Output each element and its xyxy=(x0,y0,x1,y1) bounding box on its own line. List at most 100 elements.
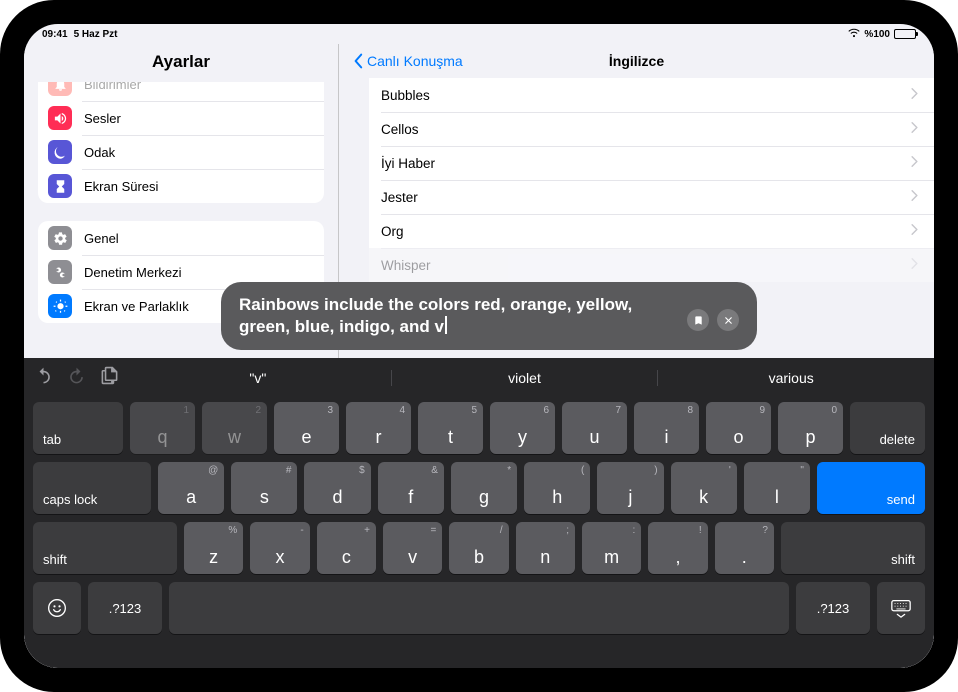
key-f[interactable]: f& xyxy=(378,462,444,514)
key-row-4: .?123 .?123 xyxy=(33,582,925,634)
key-hide-keyboard[interactable] xyxy=(877,582,925,634)
key-s[interactable]: s# xyxy=(231,462,297,514)
voice-row[interactable]: Whisper xyxy=(369,248,934,282)
voice-row[interactable]: İyi Haber xyxy=(369,146,934,180)
key-g[interactable]: g* xyxy=(451,462,517,514)
back-label: Canlı Konuşma xyxy=(367,53,463,69)
voice-row[interactable]: Jester xyxy=(369,180,934,214)
key-v[interactable]: v= xyxy=(383,522,442,574)
chevron-right-icon xyxy=(911,120,918,138)
sidebar-item-screentime[interactable]: Ekran Süresi xyxy=(38,169,324,203)
key-x[interactable]: x- xyxy=(250,522,309,574)
key-shift-right[interactable]: shift xyxy=(781,522,925,574)
key-t[interactable]: t5 xyxy=(418,402,483,454)
key-k[interactable]: k' xyxy=(671,462,737,514)
screen: 09:41 5 Haz Pzt %100 Ayarlar xyxy=(24,24,934,668)
chevron-right-icon xyxy=(911,188,918,206)
key-c[interactable]: c+ xyxy=(317,522,376,574)
key-o[interactable]: o9 xyxy=(706,402,771,454)
status-time: 09:41 xyxy=(42,29,68,40)
key-d[interactable]: d$ xyxy=(304,462,370,514)
key-j[interactable]: j) xyxy=(597,462,663,514)
chevron-right-icon xyxy=(911,154,918,172)
key-tab[interactable]: tab xyxy=(33,402,123,454)
live-speech-bubble[interactable]: Rainbows include the colors red, orange,… xyxy=(221,282,757,350)
sidebar-item-general[interactable]: Genel xyxy=(38,221,324,255)
sidebar-item-label: Odak xyxy=(84,145,115,160)
clipboard-icon[interactable] xyxy=(100,366,119,390)
key-space[interactable] xyxy=(169,582,789,634)
prediction-3[interactable]: various xyxy=(657,370,924,386)
voice-list: Bubbles Cellos İyi Haber Jester OrgWhisper xyxy=(339,78,934,282)
speaker-icon xyxy=(48,106,72,130)
text-cursor xyxy=(445,316,447,334)
voice-label: Jester xyxy=(381,190,418,205)
redo-icon[interactable] xyxy=(67,366,86,390)
live-speech-text[interactable]: Rainbows include the colors red, orange,… xyxy=(239,294,675,338)
key-symbols-left[interactable]: .?123 xyxy=(88,582,162,634)
chevron-right-icon xyxy=(911,86,918,104)
voice-label: Bubbles xyxy=(381,88,430,103)
key-q[interactable]: q1 xyxy=(130,402,195,454)
brightness-icon xyxy=(48,294,72,318)
key-symbols-right[interactable]: .?123 xyxy=(796,582,870,634)
key-i[interactable]: i8 xyxy=(634,402,699,454)
voice-label: İyi Haber xyxy=(381,156,435,171)
key-e[interactable]: e3 xyxy=(274,402,339,454)
key-h[interactable]: h( xyxy=(524,462,590,514)
close-button[interactable] xyxy=(717,309,739,331)
prediction-2[interactable]: violet xyxy=(391,370,658,386)
back-button[interactable]: Canlı Konuşma xyxy=(351,53,463,69)
voice-row[interactable]: Bubbles xyxy=(369,78,934,112)
key-emoji[interactable] xyxy=(33,582,81,634)
key-l[interactable]: l" xyxy=(744,462,810,514)
keyboard: "v" violet various tab q1w2e3r4t5y6u7i8o… xyxy=(24,358,934,668)
key-z[interactable]: z% xyxy=(184,522,243,574)
prediction-items: "v" violet various xyxy=(125,370,924,386)
key-capslock[interactable]: caps lock xyxy=(33,462,151,514)
key-row-2: caps lock a@s#d$f&g*h(j)k'l"send xyxy=(33,462,925,514)
sidebar-item-notifications[interactable]: Bildirimler xyxy=(38,82,324,101)
key-p[interactable]: p0 xyxy=(778,402,843,454)
voice-row[interactable]: Org xyxy=(369,214,934,248)
key-row-3: shift z%x-c+v=b/n;m:,!.?shift xyxy=(33,522,925,574)
sidebar-item-label: Bildirimler xyxy=(84,82,141,92)
key-m[interactable]: m: xyxy=(582,522,641,574)
key-.[interactable]: .? xyxy=(715,522,774,574)
battery-icon xyxy=(894,29,916,39)
key-delete[interactable]: delete xyxy=(850,402,925,454)
sidebar-item-sounds[interactable]: Sesler xyxy=(38,101,324,135)
battery-percent: %100 xyxy=(864,29,890,40)
chevron-right-icon xyxy=(911,222,918,240)
voice-row[interactable]: Cellos xyxy=(369,112,934,146)
sidebar-item-focus[interactable]: Odak xyxy=(38,135,324,169)
key-w[interactable]: w2 xyxy=(202,402,267,454)
key-r[interactable]: r4 xyxy=(346,402,411,454)
status-bar: 09:41 5 Haz Pzt %100 xyxy=(24,24,934,44)
key-send[interactable]: send xyxy=(817,462,925,514)
prediction-1[interactable]: "v" xyxy=(125,370,391,386)
live-speech-actions xyxy=(687,309,739,331)
key-n[interactable]: n; xyxy=(516,522,575,574)
key-shift-left[interactable]: shift xyxy=(33,522,177,574)
key-b[interactable]: b/ xyxy=(449,522,508,574)
detail-header: Canlı Konuşma İngilizce xyxy=(339,44,934,78)
undo-icon[interactable] xyxy=(34,366,53,390)
detail-title: İngilizce xyxy=(609,53,664,69)
status-date: 5 Haz Pzt xyxy=(74,29,118,40)
key-a[interactable]: a@ xyxy=(158,462,224,514)
bell-icon xyxy=(48,82,72,96)
bookmark-button[interactable] xyxy=(687,309,709,331)
sidebar-item-label: Ekran Süresi xyxy=(84,179,158,194)
moon-icon xyxy=(48,140,72,164)
sidebar-item-label: Genel xyxy=(84,231,119,246)
key-,[interactable]: ,! xyxy=(648,522,707,574)
key-y[interactable]: y6 xyxy=(490,402,555,454)
ipad-frame: 09:41 5 Haz Pzt %100 Ayarlar xyxy=(0,0,958,692)
sidebar-item-label: Ekran ve Parlaklık xyxy=(84,299,189,314)
key-u[interactable]: u7 xyxy=(562,402,627,454)
sidebar-item-label: Sesler xyxy=(84,111,121,126)
prediction-bar: "v" violet various xyxy=(24,358,934,398)
wifi-icon xyxy=(848,28,860,41)
voice-label: Cellos xyxy=(381,122,419,137)
